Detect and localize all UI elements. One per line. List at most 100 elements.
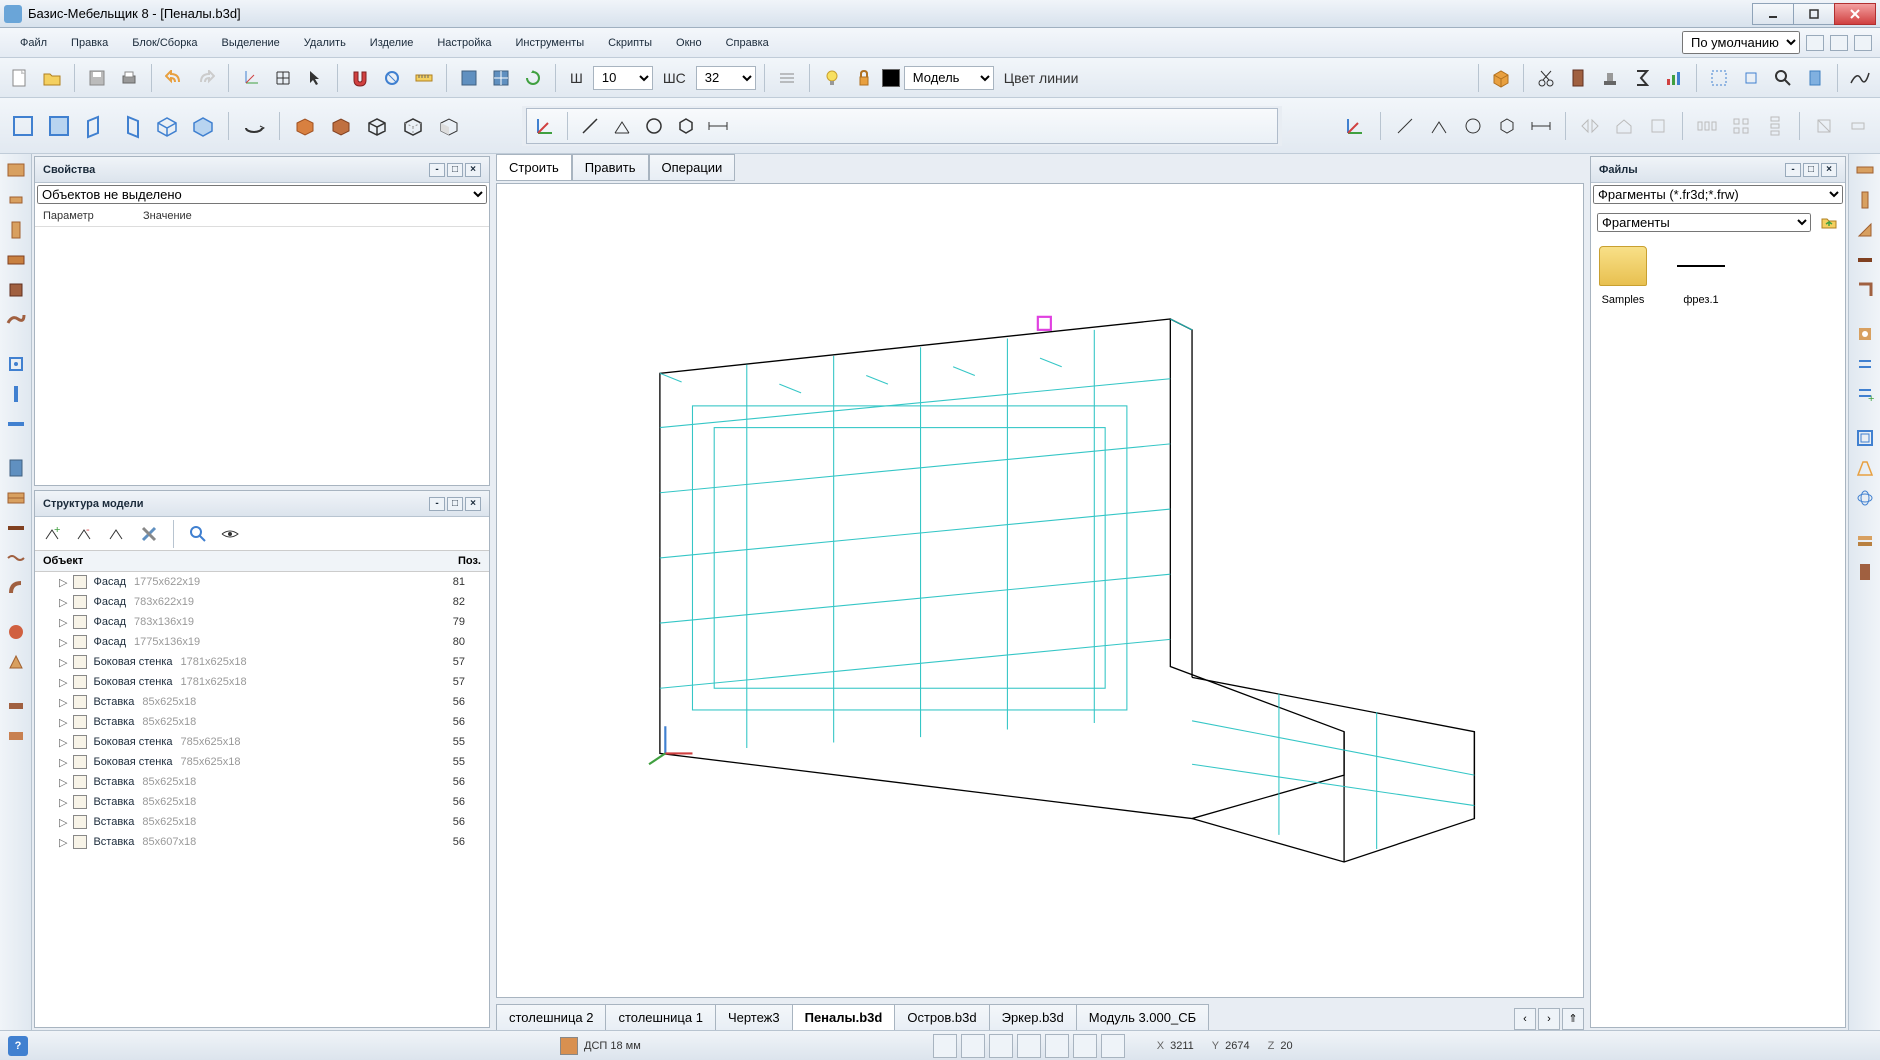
hatch-button[interactable]: [773, 64, 801, 92]
tree-row[interactable]: ▷Боковая стенка1781x625x1857: [35, 652, 489, 672]
files-path-combo[interactable]: Фрагменты: [1597, 213, 1811, 232]
orient-icon2[interactable]: [1340, 111, 1370, 141]
door-facade-icon[interactable]: [4, 456, 28, 480]
corner-icon[interactable]: [1853, 278, 1877, 302]
doc-tab[interactable]: столешница 2: [496, 1004, 606, 1030]
mdi-minimize-button[interactable]: [1806, 35, 1824, 51]
maximize-button[interactable]: [1793, 3, 1835, 25]
stamp-icon[interactable]: [1596, 64, 1624, 92]
chart-icon[interactable]: [1660, 64, 1688, 92]
view-iso2-button[interactable]: [188, 111, 218, 141]
doc-tab[interactable]: Остров.b3d: [894, 1004, 989, 1030]
tree-row[interactable]: ▷Вставка85x625x1856: [35, 712, 489, 732]
panel-left-icon[interactable]: [4, 218, 28, 242]
snap-options-button[interactable]: [378, 64, 406, 92]
sb-icon-1[interactable]: [933, 1034, 957, 1058]
print-button[interactable]: [115, 64, 143, 92]
grid-button[interactable]: [269, 64, 297, 92]
hole-icon[interactable]: [1853, 322, 1877, 346]
expand-icon[interactable]: ▷: [59, 756, 67, 769]
doc-tab-active[interactable]: Пеналы.b3d: [792, 1004, 896, 1030]
view-back-button[interactable]: [44, 111, 74, 141]
curve-panel-icon[interactable]: [4, 308, 28, 332]
explode-button[interactable]: [1844, 112, 1872, 140]
doc-tab[interactable]: Модуль 3.000_СБ: [1076, 1004, 1209, 1030]
tree-row[interactable]: ▷Фасад783x136x1979: [35, 612, 489, 632]
properties-object-combo[interactable]: Объектов не выделено: [37, 185, 487, 204]
view-right-button[interactable]: [116, 111, 146, 141]
edge-band-icon[interactable]: [4, 248, 28, 272]
orient-icon[interactable]: [531, 112, 559, 140]
fitting2-icon[interactable]: [4, 724, 28, 748]
bent-panel-icon[interactable]: [4, 576, 28, 600]
new-file-button[interactable]: [6, 64, 34, 92]
menu-block[interactable]: Блок/Сборка: [120, 33, 209, 53]
tree-row[interactable]: ▷Вставка85x625x1856: [35, 812, 489, 832]
angle-shape-button[interactable]: [608, 112, 636, 140]
panel-pin-button[interactable]: -: [429, 163, 445, 177]
remove-node-icon[interactable]: -: [73, 522, 97, 546]
doc-tab[interactable]: Чертеж3: [715, 1004, 793, 1030]
panel-close-button[interactable]: ×: [465, 497, 481, 511]
panel-dock-button[interactable]: □: [447, 163, 463, 177]
axes-button[interactable]: [237, 64, 265, 92]
view-front-button[interactable]: [8, 111, 38, 141]
save-button[interactable]: [83, 64, 111, 92]
panel-v-icon[interactable]: [1853, 188, 1877, 212]
expand-icon[interactable]: ▷: [59, 836, 67, 849]
width-c-value[interactable]: 32: [696, 66, 756, 90]
tree-row[interactable]: ▷Вставка85x625x1856: [35, 792, 489, 812]
hardware-icon[interactable]: [4, 352, 28, 376]
door-icon[interactable]: [1564, 64, 1592, 92]
expand-icon[interactable]: ▷: [59, 736, 67, 749]
panel-pin-button[interactable]: -: [429, 497, 445, 511]
section-button[interactable]: [1810, 112, 1838, 140]
tree-row[interactable]: ▷Вставка85x625x1856: [35, 692, 489, 712]
expand-icon[interactable]: ▷: [59, 816, 67, 829]
menu-file[interactable]: Файл: [8, 33, 59, 53]
line-shape-button[interactable]: [576, 112, 604, 140]
tree-row[interactable]: ▷Вставка85x625x1856: [35, 772, 489, 792]
nail-h-icon[interactable]: [4, 412, 28, 436]
nail-v-icon[interactable]: [4, 382, 28, 406]
select-arrow-button[interactable]: [301, 64, 329, 92]
minimize-button[interactable]: [1752, 3, 1794, 25]
menu-settings[interactable]: Настройка: [425, 33, 503, 53]
menu-window[interactable]: Окно: [664, 33, 714, 53]
lock-button[interactable]: [850, 64, 878, 92]
panel-h-icon[interactable]: [1853, 158, 1877, 182]
mdi-close-button[interactable]: [1854, 35, 1872, 51]
tab-expand-button[interactable]: ⇑: [1562, 1008, 1584, 1030]
tree-row[interactable]: ▷Фасад1775x622x1981: [35, 572, 489, 592]
tab-next-button[interactable]: ›: [1538, 1008, 1560, 1030]
layers-button[interactable]: [487, 64, 515, 92]
sb-icon-5[interactable]: [1045, 1034, 1069, 1058]
mdi-restore-button[interactable]: [1830, 35, 1848, 51]
panel-dock-button[interactable]: □: [1803, 163, 1819, 177]
wave-icon[interactable]: [4, 546, 28, 570]
tools-node-icon[interactable]: [137, 522, 161, 546]
mirror-button[interactable]: [1576, 112, 1604, 140]
fitting1-icon[interactable]: [4, 694, 28, 718]
panel-close-button[interactable]: ×: [1821, 163, 1837, 177]
angle2-button[interactable]: [1425, 112, 1453, 140]
edit-node-icon[interactable]: [105, 522, 129, 546]
sb-icon-6[interactable]: [1073, 1034, 1097, 1058]
find-node-icon[interactable]: [186, 522, 210, 546]
sb-icon-2[interactable]: [961, 1034, 985, 1058]
panel-square-icon[interactable]: [4, 278, 28, 302]
frame-icon[interactable]: [1853, 426, 1877, 450]
expand-icon[interactable]: ▷: [59, 716, 67, 729]
hexagon2-button[interactable]: [1493, 112, 1521, 140]
solid-box2-button[interactable]: [326, 111, 356, 141]
menu-help[interactable]: Справка: [714, 33, 781, 53]
panel-side-icon[interactable]: [4, 158, 28, 182]
sb-icon-4[interactable]: [1017, 1034, 1041, 1058]
hidden-box-button[interactable]: [398, 111, 428, 141]
array-h-button[interactable]: [1693, 112, 1721, 140]
cut-button[interactable]: [1532, 64, 1560, 92]
folder-up-button[interactable]: [1817, 210, 1841, 234]
edit-tab[interactable]: Править: [572, 154, 649, 181]
door-fitting-icon[interactable]: [1853, 560, 1877, 584]
help-icon[interactable]: ?: [8, 1036, 28, 1056]
